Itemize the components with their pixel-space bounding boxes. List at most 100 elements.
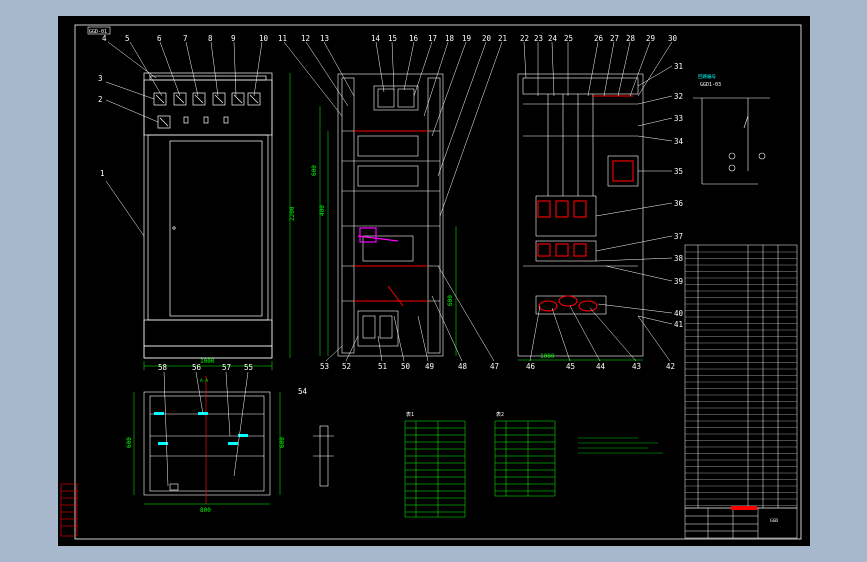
callout-52: 52 (342, 362, 351, 371)
dim-side-2: 400 (319, 205, 326, 216)
side-dimensions (319, 106, 457, 356)
callout-15: 15 (388, 34, 397, 43)
callout-39: 39 (674, 277, 683, 286)
revision-strip (60, 483, 78, 537)
rear-view (517, 73, 644, 357)
callout-35: 35 (674, 167, 683, 176)
side-view (337, 73, 444, 357)
callout-45: 45 (566, 362, 575, 371)
meter-row (153, 92, 261, 129)
title-block (684, 507, 798, 539)
plan-dimensions (133, 392, 281, 505)
callout-18: 18 (445, 34, 455, 43)
callout-4: 4 (102, 34, 107, 43)
callout-16: 16 (409, 34, 419, 43)
rear-top-leaders (523, 41, 673, 97)
busbar-box-2 (397, 88, 415, 108)
front-door (147, 134, 269, 321)
busbar-compartment (373, 85, 419, 111)
callout-48: 48 (458, 362, 468, 371)
callout-43: 43 (632, 362, 641, 371)
callout-20: 20 (482, 34, 492, 43)
callout-1: 1 (100, 169, 105, 178)
table-2 (494, 420, 556, 497)
callout-57: 57 (222, 363, 231, 372)
dim-side-depth: 600 (447, 295, 454, 306)
callout-29: 29 (646, 34, 655, 43)
callout-40: 40 (674, 309, 684, 318)
plan-insulators (154, 412, 248, 445)
callout-31: 31 (674, 62, 683, 71)
callout-13: 13 (320, 34, 329, 43)
callout-21: 21 (498, 34, 507, 43)
callout-19: 19 (462, 34, 471, 43)
callout-24: 24 (548, 34, 558, 43)
title-block-stamp (731, 506, 757, 510)
lower-panel (143, 319, 273, 347)
dim-side-1: 600 (311, 165, 318, 176)
dim-front-width: 1000 (200, 358, 215, 365)
callout-50: 50 (401, 362, 411, 371)
callout-25: 25 (564, 34, 573, 43)
callout-44: 44 (596, 362, 606, 371)
technical-notes (578, 437, 663, 454)
callout-36: 36 (674, 199, 684, 208)
callout-32: 32 (674, 92, 683, 101)
rear-breaker-upper (535, 195, 597, 237)
table-1-title: 表1 (406, 411, 414, 418)
table-2-title: 表2 (496, 411, 504, 418)
side-busbars (354, 130, 428, 307)
dim-plan-width: 800 (200, 507, 211, 514)
side-leaders (283, 41, 503, 217)
switch-3 (223, 116, 229, 124)
table-1 (404, 420, 466, 518)
callout-38: 38 (674, 254, 684, 263)
single-line-schematic (693, 97, 770, 185)
callout-17: 17 (428, 34, 437, 43)
callout-6: 6 (157, 34, 162, 43)
callout-47: 47 (490, 362, 499, 371)
drawing-sheet: GGD-01 1000 2200 1 2 3 4 5 6 7 8 9 10 60… (58, 16, 810, 546)
callout-46: 46 (526, 362, 536, 371)
breaker-frame-middle (357, 165, 419, 187)
callout-41: 41 (674, 320, 683, 329)
section-label: A-A (200, 378, 208, 384)
callout-5: 5 (125, 34, 130, 43)
switch-1 (183, 116, 189, 124)
callout-3: 3 (98, 74, 103, 83)
callout-33: 33 (674, 114, 683, 123)
schematic-label: GGD1-03 (700, 82, 721, 88)
plan-foot (169, 483, 179, 491)
callout-12: 12 (301, 34, 310, 43)
callout-54: 54 (298, 387, 308, 396)
callout-27: 27 (610, 34, 619, 43)
callout-28: 28 (626, 34, 636, 43)
busbar-box-1 (377, 88, 395, 108)
cable-box-2 (379, 315, 393, 339)
front-view (143, 72, 273, 359)
dim-plan-depth-right: 600 (279, 437, 286, 448)
callout-30: 30 (668, 34, 678, 43)
instrument-panel (143, 79, 273, 136)
door-panel (169, 140, 263, 317)
callout-11: 11 (278, 34, 287, 43)
title-block-text: GGD (770, 518, 778, 524)
rear-top-frame (522, 77, 639, 95)
schematic-title: 回路编号 (698, 73, 716, 80)
callout-51: 51 (378, 362, 387, 371)
callout-55: 55 (244, 363, 253, 372)
callout-7: 7 (183, 34, 188, 43)
callout-23: 23 (534, 34, 543, 43)
callout-53: 53 (320, 362, 329, 371)
callout-56: 56 (192, 363, 202, 372)
base-plinth (143, 345, 273, 359)
callout-8: 8 (208, 34, 213, 43)
side-left-rail (341, 77, 355, 354)
switch-2 (203, 116, 209, 124)
side-accent-parts (357, 227, 399, 243)
callout-10: 10 (259, 34, 269, 43)
callout-58: 58 (158, 363, 168, 372)
callout-9: 9 (231, 34, 236, 43)
front-leaders (105, 41, 263, 237)
callout-49: 49 (425, 362, 434, 371)
